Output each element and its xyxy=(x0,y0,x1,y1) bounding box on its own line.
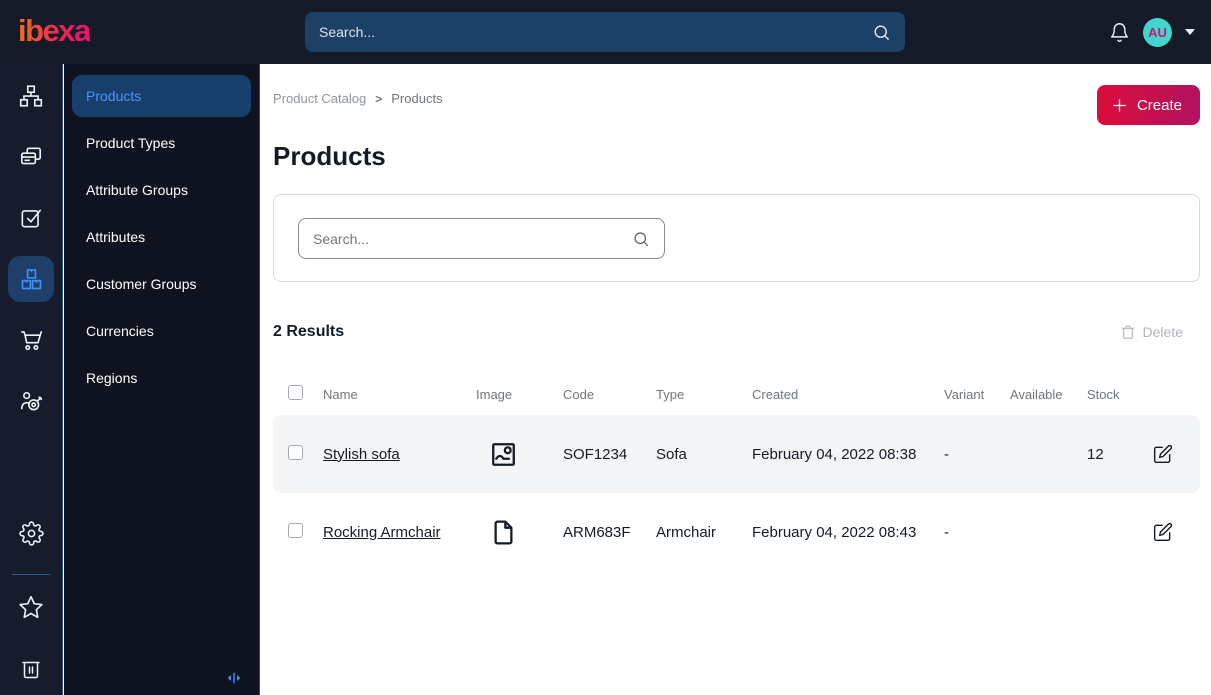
row-checkbox[interactable] xyxy=(288,522,303,538)
product-search[interactable] xyxy=(298,218,665,259)
filter-card xyxy=(273,194,1200,282)
row-checkbox[interactable] xyxy=(288,444,303,460)
table-header-row: Name Image Code Type Created Variant Ava… xyxy=(273,373,1200,415)
breadcrumb: Product Catalog > Products xyxy=(273,91,443,106)
product-boxes-icon xyxy=(18,266,45,293)
sidebar-icon-rail xyxy=(0,64,63,695)
trash-icon xyxy=(1120,324,1136,340)
delete-button[interactable]: Delete xyxy=(1120,324,1200,340)
plus-icon xyxy=(1111,97,1128,114)
avatar[interactable]: AU xyxy=(1143,17,1172,47)
global-search[interactable] xyxy=(305,12,905,52)
sidebar-item-regions[interactable]: Regions xyxy=(72,357,251,399)
sidebar-item-product-catalog[interactable] xyxy=(8,256,54,302)
top-bar: ibexa AU xyxy=(0,0,1211,64)
sidebar-item-products[interactable]: Products xyxy=(72,75,251,117)
col-header-created: Created xyxy=(752,386,799,402)
create-button[interactable]: Create xyxy=(1096,85,1200,125)
col-header-image: Image xyxy=(476,386,513,402)
bell-icon[interactable] xyxy=(1109,22,1130,43)
cart-icon xyxy=(18,327,44,353)
page-title: Products xyxy=(273,141,386,171)
product-created: February 04, 2022 08:43 xyxy=(752,523,917,541)
global-search-input[interactable] xyxy=(319,24,872,40)
rail-divider xyxy=(12,574,50,575)
product-code: SOF1234 xyxy=(563,445,628,463)
topbar-user-area: AU xyxy=(1109,0,1195,64)
product-type: Sofa xyxy=(656,445,687,463)
gear-icon xyxy=(18,520,44,546)
sidebar-item-product-types[interactable]: Product Types xyxy=(72,122,251,164)
image-icon xyxy=(489,440,563,469)
product-code: ARM683F xyxy=(563,523,631,541)
search-icon[interactable] xyxy=(872,23,891,42)
col-header-code: Code xyxy=(563,386,595,402)
create-button-label: Create xyxy=(1136,96,1182,114)
file-icon xyxy=(489,518,563,547)
results-toolbar: 2 Results Delete xyxy=(273,317,1200,347)
sidebar-item-customer-groups[interactable]: Customer Groups xyxy=(72,263,251,305)
collapse-sidebar-icon[interactable] xyxy=(225,669,243,687)
trash-icon xyxy=(19,656,43,680)
search-icon xyxy=(632,230,650,248)
sidebar-item-trash[interactable] xyxy=(8,645,54,691)
sidebar-item-bookmarks[interactable] xyxy=(8,584,54,630)
breadcrumb-product-catalog[interactable]: Product Catalog xyxy=(273,91,366,106)
ibexa-logo[interactable]: ibexa xyxy=(18,13,91,49)
product-type: Armchair xyxy=(656,523,717,541)
sidebar-item-commerce[interactable] xyxy=(8,317,54,363)
sidebar-item-attributes[interactable]: Attributes xyxy=(72,216,251,258)
pages-icon xyxy=(18,144,44,170)
table-row: Rocking Armchair ARM683F Armchair Februa… xyxy=(273,493,1200,571)
table-row: Stylish sofa SOF1234 Sofa February 04, 2… xyxy=(273,415,1200,493)
sidebar-item-tasks[interactable] xyxy=(8,195,54,241)
col-header-stock: Stock xyxy=(1087,386,1120,402)
product-variant: - xyxy=(944,445,949,463)
product-stock: 12 xyxy=(1087,445,1104,463)
sidebar-item-currencies[interactable]: Currencies xyxy=(72,310,251,352)
sidebar-item-pages[interactable] xyxy=(8,134,54,180)
product-name-link[interactable]: Stylish sofa xyxy=(323,446,400,463)
delete-button-label: Delete xyxy=(1142,324,1183,340)
breadcrumb-products[interactable]: Products xyxy=(391,91,442,106)
col-header-name: Name xyxy=(323,386,358,402)
products-table: Name Image Code Type Created Variant Ava… xyxy=(273,373,1200,571)
content-tree-icon xyxy=(18,83,44,109)
sidebar-item-attribute-groups[interactable]: Attribute Groups xyxy=(72,169,251,211)
segment-target-icon xyxy=(18,388,44,414)
product-name-link[interactable]: Rocking Armchair xyxy=(323,524,441,541)
breadcrumb-separator: > xyxy=(375,91,383,106)
ibexa-admin-app: ibexa AU xyxy=(0,0,1211,695)
sidebar-item-segments[interactable] xyxy=(8,378,54,424)
header-row: Product Catalog > Products Create xyxy=(273,64,1200,125)
col-header-type: Type xyxy=(656,386,685,402)
sidebar-item-settings[interactable] xyxy=(8,510,54,556)
secondary-sidebar: Products Product Types Attribute Groups … xyxy=(64,64,260,695)
product-created: February 04, 2022 08:38 xyxy=(752,445,917,463)
col-header-variant: Variant xyxy=(944,386,985,402)
product-search-input[interactable] xyxy=(313,230,632,247)
tasks-check-icon xyxy=(18,205,44,231)
sidebar-item-content-tree[interactable] xyxy=(8,73,54,119)
results-count: 2 Results xyxy=(273,323,345,340)
star-icon xyxy=(18,594,44,620)
chevron-down-icon[interactable] xyxy=(1185,29,1195,35)
select-all-checkbox[interactable] xyxy=(288,385,303,400)
main-content: Product Catalog > Products Create Produc… xyxy=(261,64,1211,695)
edit-icon[interactable] xyxy=(1153,522,1173,542)
product-variant: - xyxy=(944,523,949,541)
edit-icon[interactable] xyxy=(1153,444,1173,464)
col-header-available: Available xyxy=(1010,386,1063,402)
